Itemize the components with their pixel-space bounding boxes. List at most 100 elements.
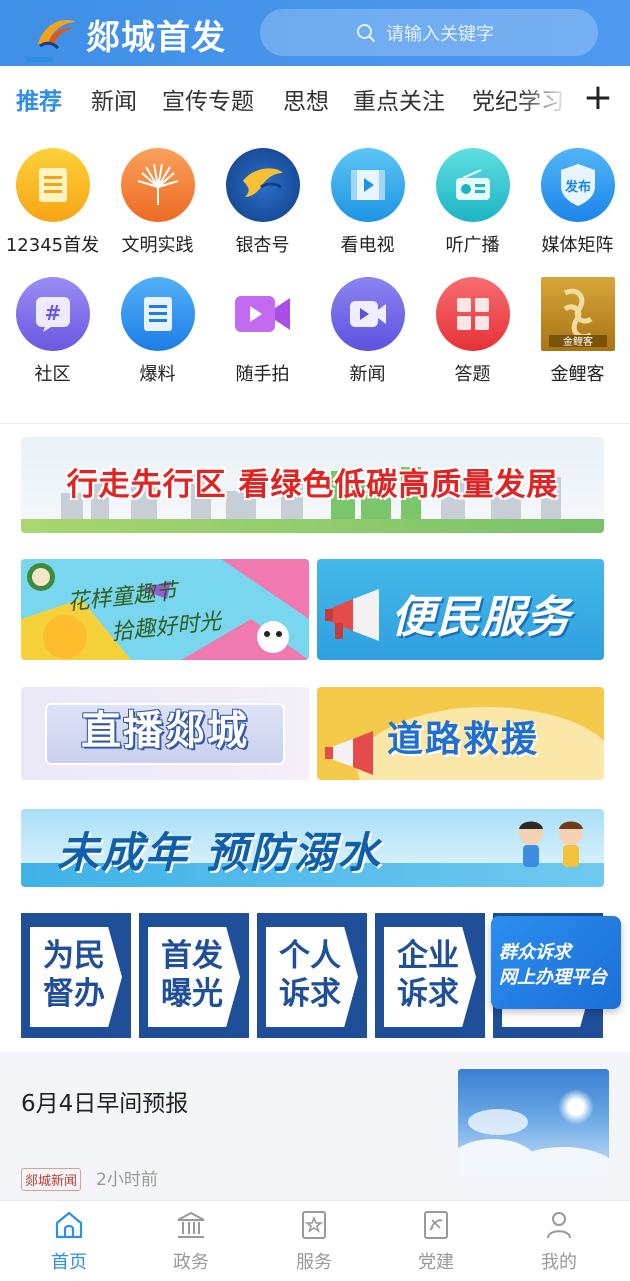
search-icon <box>357 23 375 42</box>
service-text: 个人 诉求 <box>279 937 349 1013</box>
grid-label: 听广播 <box>445 235 500 256</box>
banner-children-festival[interactable]: 花样童趣节 拾趣好时光 <box>21 559 309 660</box>
banner-text: 道路救援 <box>387 719 540 760</box>
nav-label: 首页 <box>51 1252 87 1273</box>
document-icon <box>15 148 90 222</box>
grid-label: 文明实践 <box>121 235 194 256</box>
grid-item-quiz[interactable]: 答题 <box>420 277 525 397</box>
nav-service[interactable]: 服务 <box>269 1209 359 1274</box>
section-divider <box>0 423 630 424</box>
shield-badge-icon: 发布 <box>540 148 615 222</box>
grid-item-community[interactable]: # 社区 <box>0 277 105 397</box>
grid-label: 答题 <box>454 364 491 385</box>
news-item[interactable]: 6月4日早间预报 郯城新闻 2小时前 <box>0 1052 630 1200</box>
grid-label: 银杏号 <box>235 235 290 256</box>
golden-carp-logo: 金鲤客 <box>540 277 615 351</box>
bottom-navigation: 首页 政务 服务 党建 我的 <box>0 1200 630 1281</box>
children-illustration <box>519 821 583 867</box>
grid-label: 社区 <box>34 364 71 385</box>
nav-party-building[interactable]: 党建 <box>391 1209 481 1274</box>
grid-item-tv[interactable]: 看电视 <box>315 148 420 268</box>
banner-text: 直播郯城 <box>81 708 249 754</box>
tab-news[interactable]: 新闻 <box>91 82 137 116</box>
grid-label: 看电视 <box>340 235 395 256</box>
service-line2: 曝光 <box>161 976 223 1012</box>
grid-item-news-video[interactable]: 新闻 <box>315 277 420 397</box>
banner-convenience-service[interactable]: 便民服务 <box>317 559 604 660</box>
grid-label: 随手拍 <box>235 364 290 385</box>
search-bar[interactable]: 请输入关键字 <box>260 9 598 56</box>
nav-label: 政务 <box>173 1252 209 1273</box>
service-text: 首发 曝光 <box>161 937 231 1013</box>
tab-focus[interactable]: 重点关注 <box>353 82 445 116</box>
banner-drowning-prevention[interactable]: 未成年 预防溺水 <box>21 809 604 887</box>
grid-item-media-matrix[interactable]: 发布 媒体矩阵 <box>525 148 630 268</box>
tab-promotion[interactable]: 宣传专题 <box>162 82 254 116</box>
nav-label: 我的 <box>541 1252 577 1273</box>
grid-item-civilization[interactable]: 文明实践 <box>105 148 210 268</box>
megaphone-icon <box>325 731 373 775</box>
grid-item-report[interactable]: 爆料 <box>105 277 210 397</box>
grid-item-snapshot[interactable]: 随手拍 <box>210 277 315 397</box>
ginkgo-leaf-icon <box>225 148 300 222</box>
tab-recommend[interactable]: 推荐 <box>16 82 62 116</box>
active-tab-indicator <box>26 57 53 62</box>
banner-live[interactable]: 直播郯城 <box>21 687 309 780</box>
service-card-enterprise-appeal[interactable]: 企业 诉求 <box>375 913 485 1038</box>
app-logo-icon <box>38 20 76 50</box>
service-card-personal-appeal[interactable]: 个人 诉求 <box>257 913 367 1038</box>
video-play-icon <box>330 277 405 351</box>
app-title: 郯城首发 <box>86 18 226 58</box>
service-line1: 企业 <box>397 938 459 974</box>
film-icon <box>330 148 405 222</box>
nav-label: 服务 <box>296 1252 332 1273</box>
palm-fan-icon <box>120 148 195 222</box>
banner-text: 行走先行区 看绿色低碳高质量发展 <box>66 467 559 503</box>
service-text: 企业 诉求 <box>397 937 467 1013</box>
tabs-fade <box>520 66 570 128</box>
video-camera-icon <box>226 277 300 351</box>
radio-icon <box>435 148 510 222</box>
grass-strip <box>21 519 604 533</box>
banner-road-rescue[interactable]: 道路救援 <box>317 687 604 780</box>
news-source-badge: 郯城新闻 <box>21 1168 82 1191</box>
service-line1: 个人 <box>279 938 341 974</box>
sun-icon <box>558 1089 594 1125</box>
bookmark-star-icon <box>302 1211 326 1239</box>
service-card-exposure[interactable]: 首发 曝光 <box>139 913 249 1038</box>
grid-item-12345[interactable]: 12345首发 <box>0 148 105 268</box>
service-line1: 为民 <box>43 938 105 974</box>
float-card-line1: 群众诉求 <box>499 942 571 963</box>
grid-item-radio[interactable]: 听广播 <box>420 148 525 268</box>
grid-label: 新闻 <box>349 364 386 385</box>
service-line1: 首发 <box>161 938 223 974</box>
news-title: 6月4日早间预报 <box>21 1091 189 1117</box>
party-emblem-icon <box>424 1211 448 1239</box>
cloud-shape <box>468 1109 528 1135</box>
government-building-icon <box>177 1211 205 1238</box>
grid-label: 12345首发 <box>5 235 100 256</box>
grid-item-ginkgo[interactable]: 银杏号 <box>210 148 315 268</box>
add-channel-button[interactable]: + <box>578 80 618 120</box>
tab-thought[interactable]: 思想 <box>283 82 329 116</box>
floating-appeal-platform-button[interactable]: 群众诉求 网上办理平台 <box>491 916 621 1009</box>
service-line2: 督办 <box>43 976 105 1012</box>
grid-label: 媒体矩阵 <box>541 235 614 256</box>
grid-label: 金鲤客 <box>550 364 605 385</box>
banner-text: 便民服务 <box>391 592 571 643</box>
grid-icon <box>435 277 510 351</box>
service-line2: 诉求 <box>279 976 341 1012</box>
search-placeholder: 请输入关键字 <box>386 23 494 45</box>
megaphone-icon <box>325 589 379 641</box>
news-thumbnail <box>458 1069 609 1177</box>
home-icon <box>55 1211 83 1239</box>
hashtag-icon: # <box>15 277 90 351</box>
nav-home[interactable]: 首页 <box>24 1209 114 1274</box>
nav-profile[interactable]: 我的 <box>514 1209 604 1274</box>
notepad-icon <box>120 277 195 351</box>
grid-item-golden-carp[interactable]: 金鲤客 金鲤客 <box>525 277 630 397</box>
grid-label: 爆料 <box>139 364 176 385</box>
banner-green-development[interactable]: 行走先行区 看绿色低碳高质量发展 <box>21 437 604 533</box>
nav-government[interactable]: 政务 <box>146 1209 236 1274</box>
service-card-supervise[interactable]: 为民 督办 <box>21 913 131 1038</box>
